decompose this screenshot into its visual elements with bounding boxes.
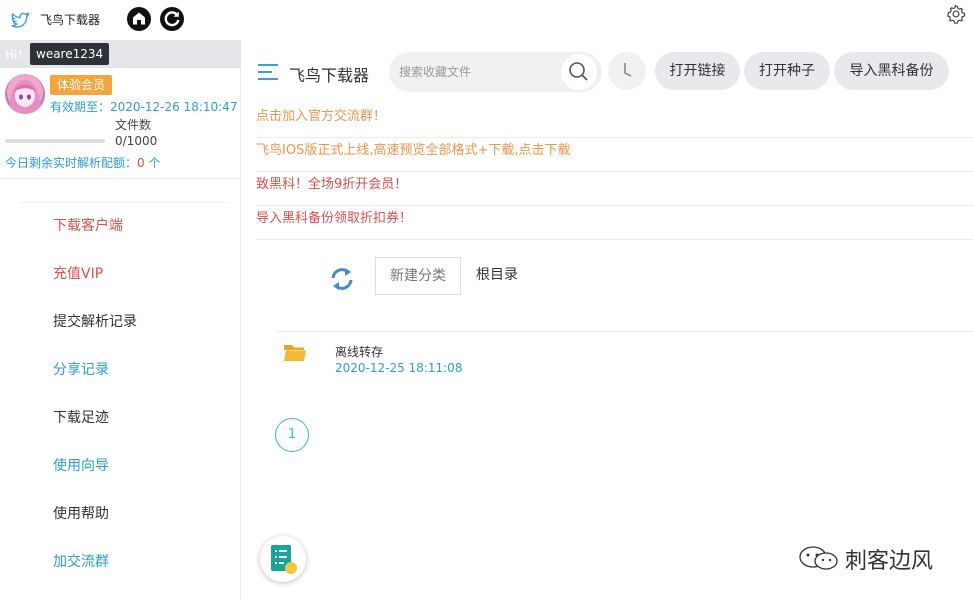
pagination-page-1[interactable]: 1 <box>275 418 309 452</box>
member-badge: 体验会员 <box>50 75 113 95</box>
notice-list: 点击加入官方交流群！ 飞鸟IOS版正式上线,高速预览全部格式+下载,点击下载 致… <box>256 104 974 240</box>
notice-vip-discount[interactable]: 致黑科！全场9折开会员！ <box>256 172 974 206</box>
watermark-text: 刺客边风 <box>845 549 934 574</box>
clock-icon <box>624 63 632 77</box>
sidebar-item-download-history[interactable]: 下载足迹 <box>53 407 137 455</box>
main-toolbar: 飞鸟下载器 打开链接 打开种子 导入黑科备份 <box>241 40 974 104</box>
title-bar: 飞鸟下载器 <box>0 0 974 40</box>
gear-icon[interactable] <box>945 3 967 25</box>
sidebar-item-share-records[interactable]: 分享记录 <box>53 359 137 407</box>
greeting-bar: Hi！ weare1234 <box>0 40 241 68</box>
open-torrent-button[interactable]: 打开种子 <box>744 52 830 90</box>
sidebar: Hi！ weare1234 体验会员 有效期至：2020-12-26 18:10… <box>0 40 241 600</box>
import-backup-button[interactable]: 导入黑科备份 <box>834 52 949 90</box>
wechat-icon <box>799 546 838 570</box>
sidebar-menu: 下载客户端 充值VIP 提交解析记录 分享记录 下载足迹 使用向导 使用帮助 加… <box>53 215 137 599</box>
app-title: 飞鸟下载器 <box>289 66 370 85</box>
notice-import-coupon[interactable]: 导入黑科备份领取折扣券！ <box>256 206 974 240</box>
divider <box>0 178 241 179</box>
folder-date: 2020-12-25 18:11:08 <box>335 361 463 375</box>
sidebar-item-join-group[interactable]: 加交流群 <box>53 551 137 599</box>
notice-join-group[interactable]: 点击加入官方交流群！ <box>256 104 974 138</box>
home-button[interactable] <box>127 7 151 31</box>
files-label: 文件数 <box>115 118 152 132</box>
quota-text: 今日剩余实时解析配额： <box>5 156 138 170</box>
sidebar-item-user-guide[interactable]: 使用向导 <box>53 455 137 503</box>
search-input[interactable] <box>399 62 559 82</box>
refresh-icon <box>164 11 180 27</box>
home-icon <box>133 12 145 25</box>
search-icon <box>569 62 588 81</box>
window-title: 飞鸟下载器 <box>40 13 101 27</box>
username-label: weare1234 <box>30 43 110 65</box>
search-button[interactable] <box>561 54 597 90</box>
sidebar-item-submit-parse-record[interactable]: 提交解析记录 <box>53 311 137 359</box>
divider <box>20 202 230 203</box>
sidebar-item-help[interactable]: 使用帮助 <box>53 503 137 551</box>
bird-logo-icon <box>11 11 30 28</box>
refresh-button[interactable] <box>160 7 184 31</box>
folder-icon <box>284 345 306 361</box>
sidebar-item-download-client[interactable]: 下载客户端 <box>53 215 137 263</box>
file-actions: 新建分类 根目录 <box>241 248 974 308</box>
new-category-button[interactable]: 新建分类 <box>375 257 461 295</box>
storage-progress-bar <box>5 139 105 143</box>
task-list-icon <box>271 545 297 574</box>
history-button[interactable] <box>608 52 646 90</box>
expiry-date: 有效期至：2020-12-26 18:10:47 <box>50 100 238 114</box>
files-count: 0/1000 <box>115 134 158 148</box>
quota-value: 0 <box>137 156 145 170</box>
notice-ios-release[interactable]: 飞鸟IOS版正式上线,高速预览全部格式+下载,点击下载 <box>256 138 974 172</box>
menu-toggle-icon[interactable] <box>258 64 278 80</box>
sync-icon[interactable] <box>329 266 355 292</box>
list-item[interactable]: 离线转存 2020-12-25 18:11:08 <box>283 340 783 380</box>
avatar-image <box>9 80 41 114</box>
sidebar-item-recharge-vip[interactable]: 充值VIP <box>53 263 137 311</box>
task-list-button[interactable] <box>260 536 306 582</box>
breadcrumb-root[interactable]: 根目录 <box>476 264 518 284</box>
open-link-button[interactable]: 打开链接 <box>655 52 740 90</box>
avatar[interactable] <box>5 74 45 114</box>
quota-unit: 个 <box>144 156 161 170</box>
folder-name[interactable]: 离线转存 <box>335 343 383 360</box>
greeting-text: Hi！ <box>5 48 30 62</box>
search-box <box>389 52 602 92</box>
quota-line: 今日剩余实时解析配额：0 个 <box>5 154 160 171</box>
divider <box>275 331 974 332</box>
